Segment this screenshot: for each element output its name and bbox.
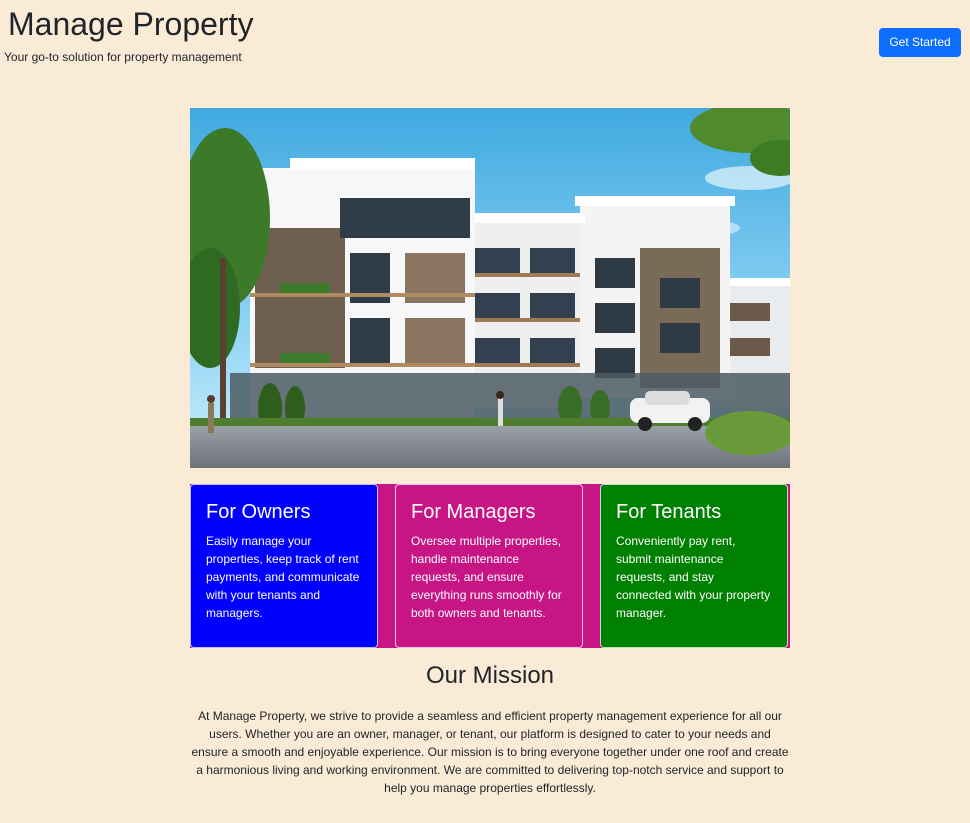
get-started-button[interactable]: Get Started [879,28,961,57]
site-tagline: Your go-to solution for property managem… [4,50,242,64]
mission-text: At Manage Property, we strive to provide… [191,709,789,795]
audience-cards: For Owners Easily manage your properties… [190,484,790,648]
card-tenants-title: For Tenants [616,501,722,523]
hero-image [190,108,790,468]
card-owners-title: For Owners [206,501,311,523]
site-header: Manage Property Your go-to solution for … [0,0,970,80]
card-tenants: For Tenants Conveniently pay rent, submi… [600,484,788,648]
card-managers-title: For Managers [411,501,536,523]
card-owners: For Owners Easily manage your properties… [190,484,378,648]
site-title: Manage Property [8,6,254,42]
card-managers-text: Oversee multiple properties, handle main… [411,534,562,620]
card-owners-text: Easily manage your properties, keep trac… [206,534,360,620]
card-managers: For Managers Oversee multiple properties… [395,484,583,648]
card-tenants-text: Conveniently pay rent, submit maintenanc… [616,534,771,620]
mission-title: Our Mission [425,662,555,689]
